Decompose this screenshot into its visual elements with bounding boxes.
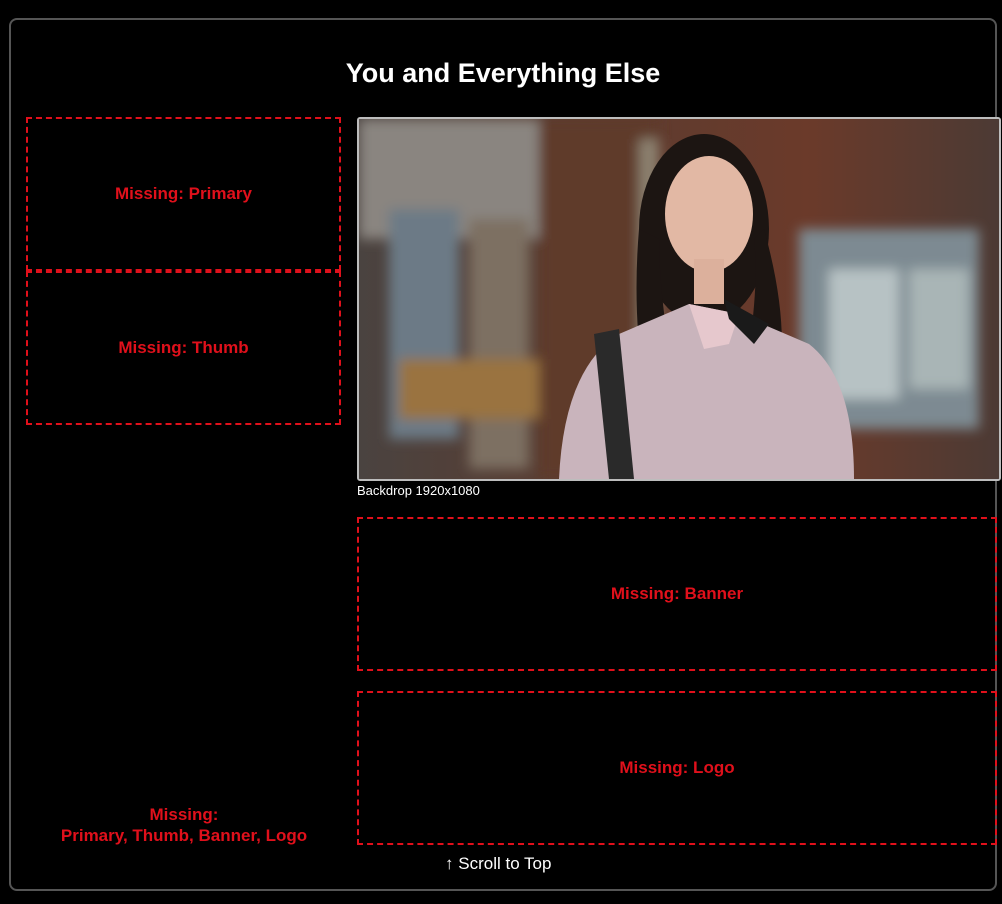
backdrop-photo (359, 119, 999, 479)
backdrop-caption: Backdrop 1920x1080 (357, 483, 480, 498)
scroll-to-top-label: Scroll to Top (458, 854, 552, 873)
missing-banner-box: Missing: Banner (357, 517, 997, 671)
missing-summary: Missing: Primary, Thumb, Banner, Logo (27, 804, 341, 846)
scroll-to-top-link[interactable]: ↑ Scroll to Top (445, 854, 551, 874)
missing-banner-label: Missing: Banner (610, 584, 744, 603)
backdrop-image[interactable] (357, 117, 1001, 481)
missing-thumb-label: Missing: Thumb (118, 338, 249, 357)
arrow-up-icon: ↑ (445, 854, 454, 873)
missing-thumb-box: Missing: Thumb (26, 271, 341, 425)
missing-primary-label: Missing: Primary (115, 184, 252, 203)
missing-summary-heading: Missing: (149, 805, 219, 824)
missing-summary-list: Primary, Thumb, Banner, Logo (60, 826, 308, 845)
missing-logo-box: Missing: Logo (357, 691, 997, 845)
missing-primary-box: Missing: Primary (26, 117, 341, 271)
page-title: You and Everything Else (345, 58, 661, 88)
artwork-card: You and Everything Else Missing: Primary… (9, 18, 1001, 891)
missing-logo-label: Missing: Logo (619, 758, 735, 777)
